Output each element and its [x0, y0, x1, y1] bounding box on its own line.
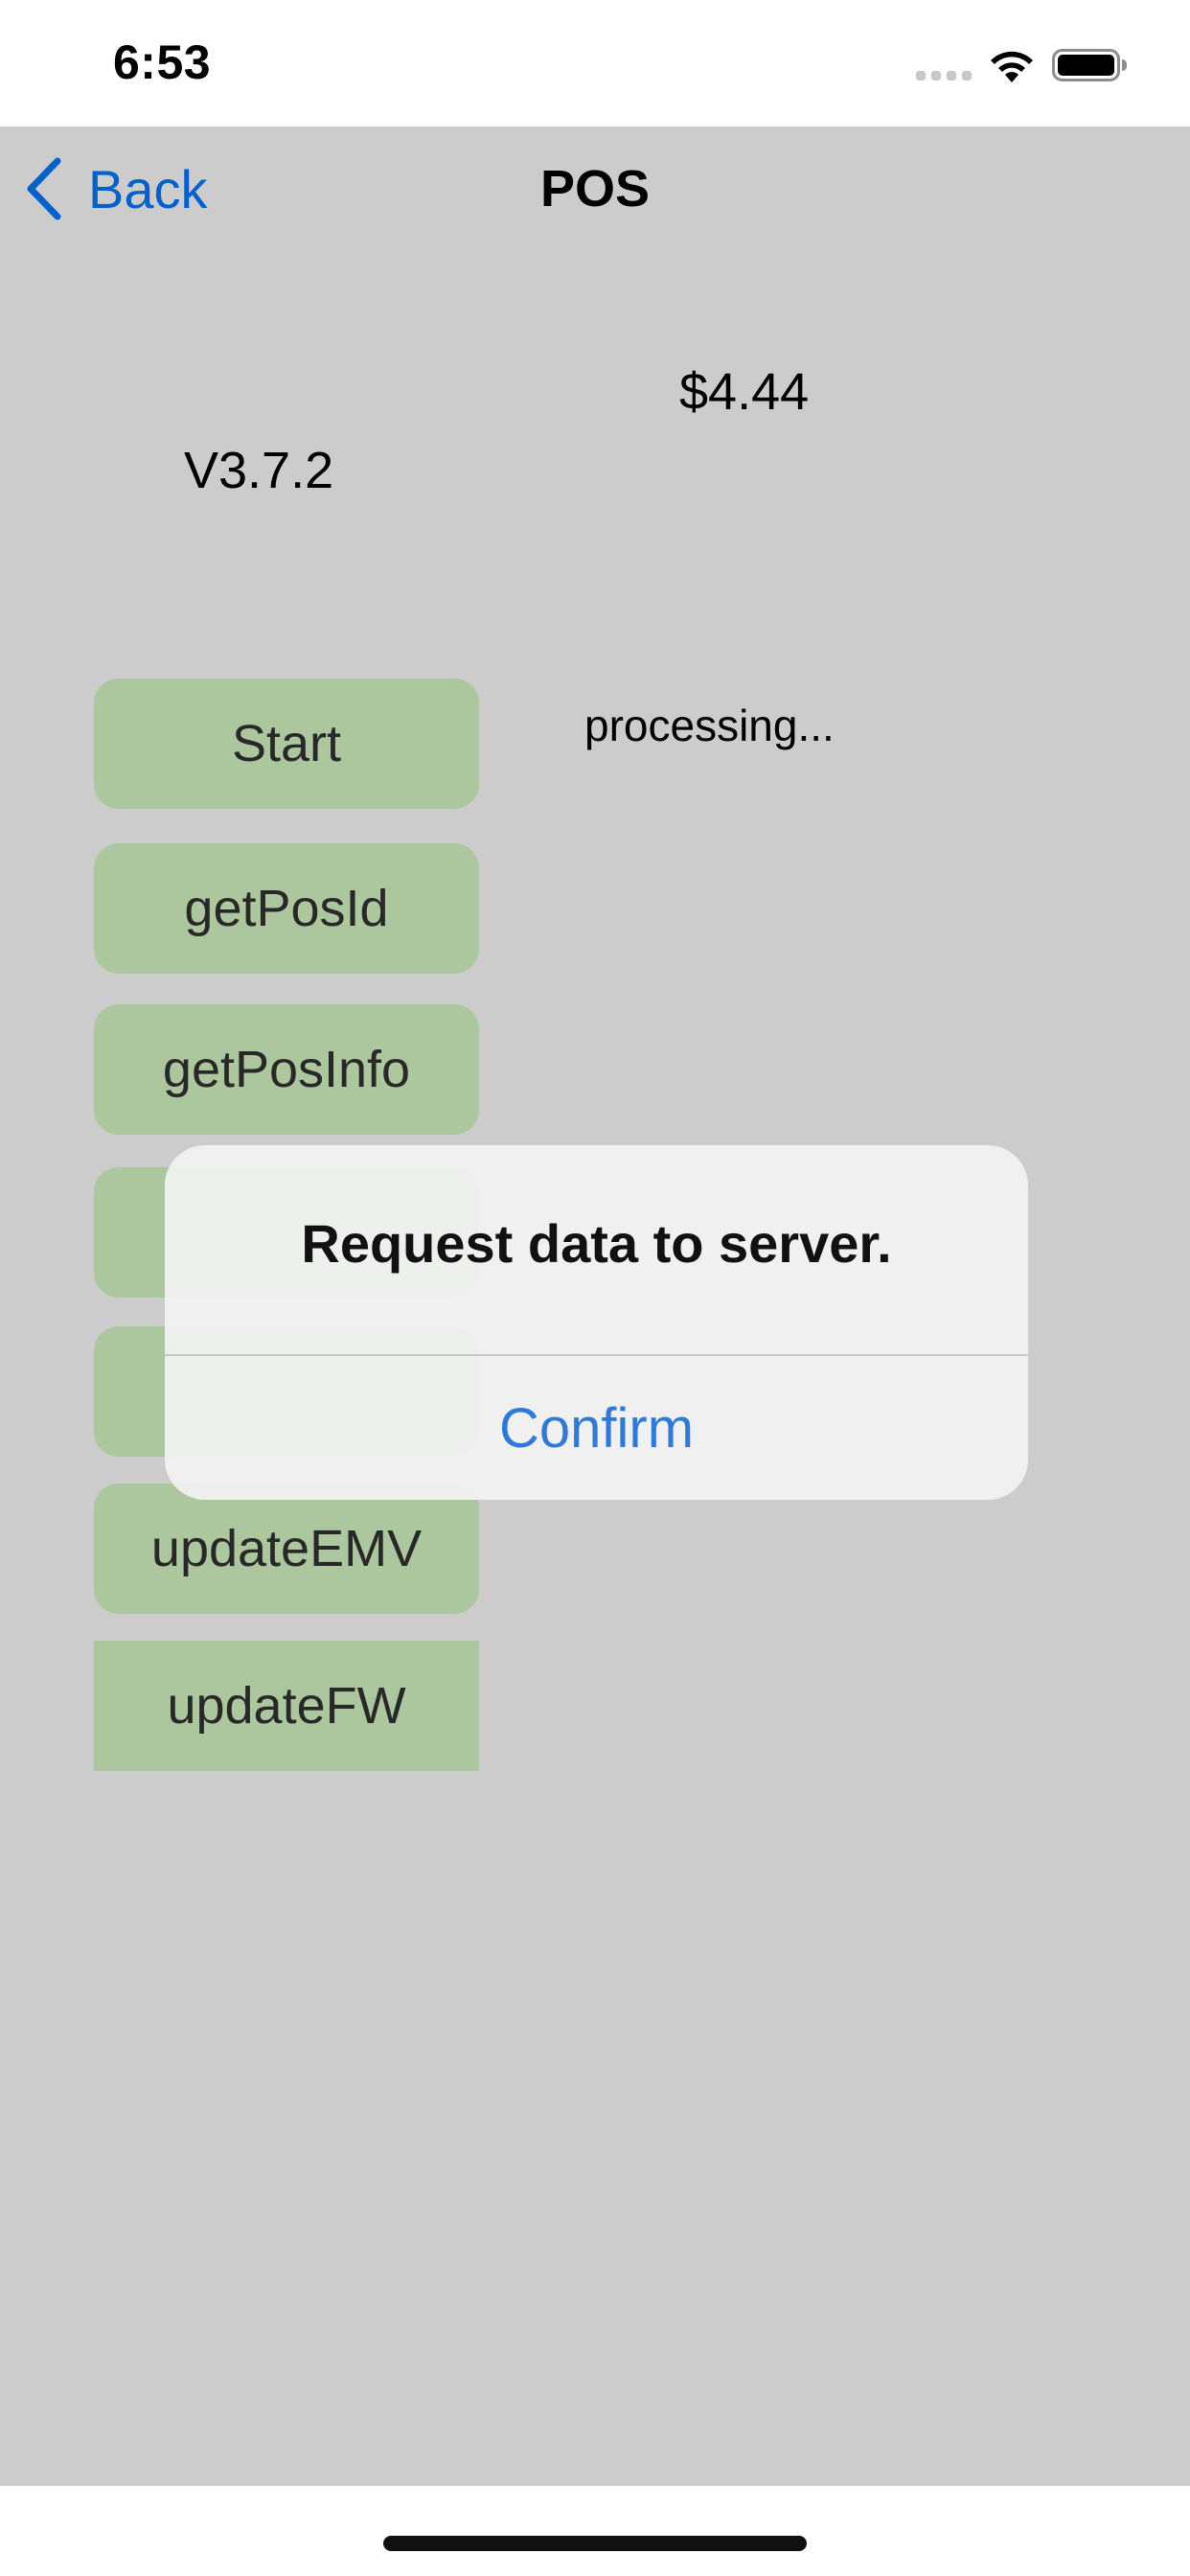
cellular-signal-icon: [916, 71, 972, 82]
alert-message: Request data to server.: [301, 1213, 892, 1274]
status-time: 6:53: [113, 35, 212, 89]
wifi-icon: [991, 51, 1033, 82]
status-bar: 6:53: [0, 0, 1190, 126]
battery-icon: [1052, 49, 1127, 81]
alert-dialog: Request data to server. Confirm: [165, 1145, 1028, 1500]
home-indicator-area: [0, 2486, 1190, 2576]
home-indicator[interactable]: [383, 2536, 807, 2551]
confirm-button[interactable]: Confirm: [165, 1356, 1028, 1500]
